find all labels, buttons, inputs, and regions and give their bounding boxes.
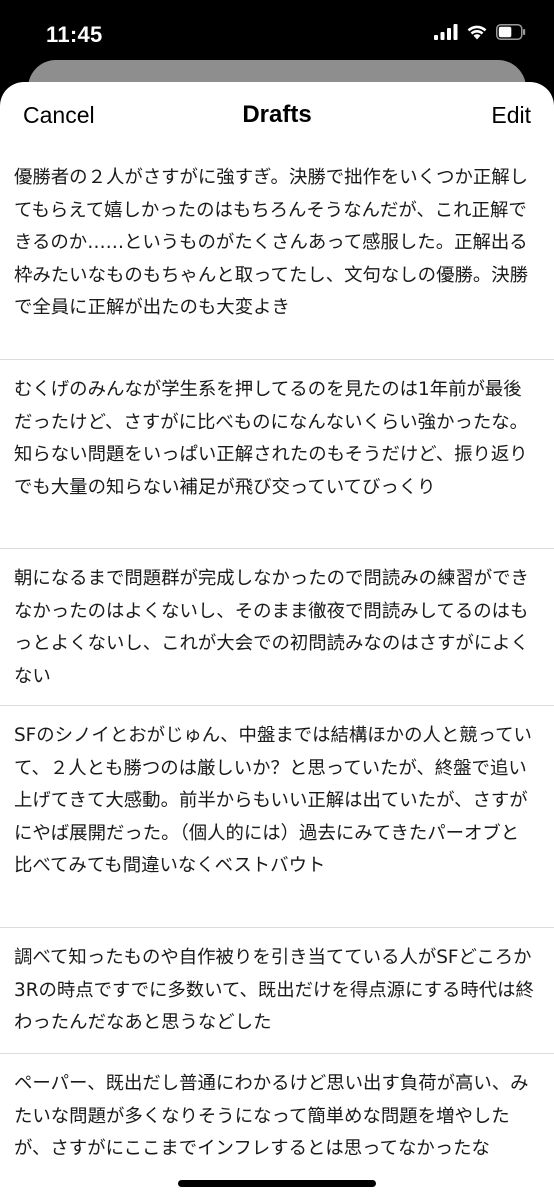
draft-text: 優勝者の２人がさすがに強すぎ。決勝で拙作をいくつか正解してもらえて嬉しかったのは… <box>14 167 529 318</box>
draft-item[interactable]: 優勝者の２人がさすがに強すぎ。決勝で拙作をいくつか正解してもらえて嬉しかったのは… <box>0 148 554 360</box>
nav-bar: Cancel Drafts Edit <box>0 82 554 148</box>
draft-text: むくげのみんなが学生系を押してるのを見たのは1年前が最後だったけど、さすがに比べ… <box>14 379 529 498</box>
draft-item[interactable]: 朝になるまで問題群が完成しなかったので問読みの練習ができなかったのはよくないし、… <box>0 549 554 706</box>
edit-button[interactable]: Edit <box>491 102 531 129</box>
status-icons <box>434 24 526 40</box>
draft-item[interactable]: 調べて知ったものや自作被りを引き当てている人がSFどころか3Rの時点ですでに多数… <box>0 928 554 1054</box>
draft-item[interactable]: むくげのみんなが学生系を押してるのを見たのは1年前が最後だったけど、さすがに比べ… <box>0 360 554 549</box>
draft-item[interactable]: SFのシノイとおがじゅん、中盤までは結構ほかの人と競っていて、２人とも勝つのは厳… <box>0 706 554 928</box>
wifi-icon <box>467 25 487 40</box>
draft-text: ペーパー、既出だし普通にわかるけど思い出す負荷が高い、みたいな問題が多くなりそう… <box>14 1073 529 1159</box>
draft-text: 朝になるまで問題群が完成しなかったので問読みの練習ができなかったのはよくないし、… <box>14 568 529 687</box>
home-indicator[interactable] <box>178 1180 376 1187</box>
cellular-signal-icon <box>434 24 458 40</box>
draft-list: 優勝者の２人がさすがに強すぎ。決勝で拙作をいくつか正解してもらえて嬉しかったのは… <box>0 148 554 1200</box>
drafts-sheet: Cancel Drafts Edit 優勝者の２人がさすがに強すぎ。決勝で拙作を… <box>0 82 554 1200</box>
battery-icon <box>496 24 526 40</box>
draft-text: SFのシノイとおがじゅん、中盤までは結構ほかの人と競っていて、２人とも勝つのは厳… <box>14 725 532 876</box>
draft-text: 調べて知ったものや自作被りを引き当てている人がSFどころか3Rの時点ですでに多数… <box>14 947 534 1033</box>
status-time: 11:45 <box>46 22 103 47</box>
page-title: Drafts <box>242 101 312 128</box>
draft-item[interactable]: ペーパー、既出だし普通にわかるけど思い出す負荷が高い、みたいな問題が多くなりそう… <box>0 1054 554 1200</box>
